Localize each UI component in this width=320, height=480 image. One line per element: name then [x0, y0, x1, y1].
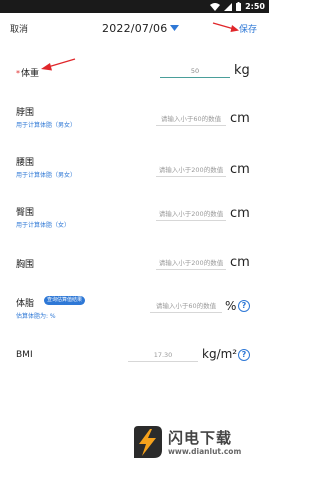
- bmi-label: BMI: [16, 350, 33, 360]
- status-bar: 2:50: [0, 0, 269, 13]
- neck-unit: cm: [230, 111, 250, 126]
- hip-input[interactable]: 请输入小于200的数值: [156, 207, 226, 221]
- body-fat-sub: 估算体脂为: %: [16, 313, 56, 320]
- status-time: 2:50: [245, 2, 265, 11]
- neck-row: 脖围 用于计算体脂（男女） 请输入小于60的数值 cm: [0, 100, 269, 136]
- annotation-arrow-save: [212, 22, 239, 32]
- body-fat-label: 体脂: [16, 299, 35, 309]
- cancel-button[interactable]: 取消: [10, 22, 28, 35]
- chest-row: 胸围 请输入小于200的数值 cm: [0, 252, 269, 276]
- body-fat-help-icon[interactable]: ?: [238, 300, 250, 312]
- watermark-url: www.dianlut.com: [168, 447, 242, 456]
- neck-label: 脖围: [16, 108, 35, 118]
- chest-label: 胸围: [16, 260, 35, 270]
- date-selector[interactable]: 2022/07/06: [102, 20, 180, 36]
- required-mark: *: [16, 69, 20, 78]
- query-estimate-badge[interactable]: 查询估算值结果: [44, 296, 86, 305]
- bmi-row: BMI 17.30 kg/m² ?: [0, 345, 269, 369]
- wifi-icon: [210, 2, 221, 11]
- bmi-unit: kg/m²: [202, 347, 238, 361]
- watermark-title: 闪电下载: [168, 429, 233, 447]
- waist-label: 腰围: [16, 158, 35, 168]
- chest-input[interactable]: 请输入小于200的数值: [156, 256, 226, 270]
- annotation-arrow-weight: [41, 58, 76, 71]
- date-text: 2022/07/06: [102, 21, 168, 35]
- body-fat-unit: %: [225, 299, 237, 313]
- neck-input[interactable]: 请输入小于60的数值: [156, 112, 226, 126]
- lightning-logo-icon: [134, 426, 162, 458]
- hip-label: 臀围: [16, 208, 35, 218]
- bmi-value: 17.30: [128, 348, 198, 362]
- weight-input[interactable]: 50: [160, 64, 230, 78]
- waist-row: 腰围 用于计算体脂（男女） 请输入小于200的数值 cm: [0, 150, 269, 186]
- body-fat-input[interactable]: 请输入小于60的数值: [150, 299, 222, 313]
- weight-label: *体重: [16, 66, 39, 79]
- waist-input[interactable]: 请输入小于200的数值: [156, 163, 226, 177]
- status-icons: 2:50: [210, 1, 265, 12]
- weight-unit: kg: [234, 63, 250, 78]
- hip-row: 臀围 用于计算体脂（女） 请输入小于200的数值 cm: [0, 200, 269, 236]
- bmi-help-icon[interactable]: ?: [238, 349, 250, 361]
- body-fat-row: 体脂 查询估算值结果 估算体脂为: % 请输入小于60的数值 % ?: [0, 292, 269, 326]
- hip-sub: 用于计算体脂（女）: [16, 222, 71, 229]
- battery-icon: [236, 2, 242, 11]
- save-button[interactable]: 保存: [239, 22, 257, 35]
- chest-unit: cm: [230, 255, 250, 270]
- waist-sub: 用于计算体脂（男女）: [16, 172, 77, 179]
- waist-unit: cm: [230, 162, 250, 177]
- dropdown-triangle-icon: [170, 25, 180, 31]
- weight-label-text: 体重: [21, 69, 40, 79]
- hip-unit: cm: [230, 206, 250, 221]
- neck-sub: 用于计算体脂（男女）: [16, 122, 77, 129]
- signal-icon: [224, 2, 233, 11]
- watermark: 闪电下载 www.dianlut.com: [130, 422, 265, 462]
